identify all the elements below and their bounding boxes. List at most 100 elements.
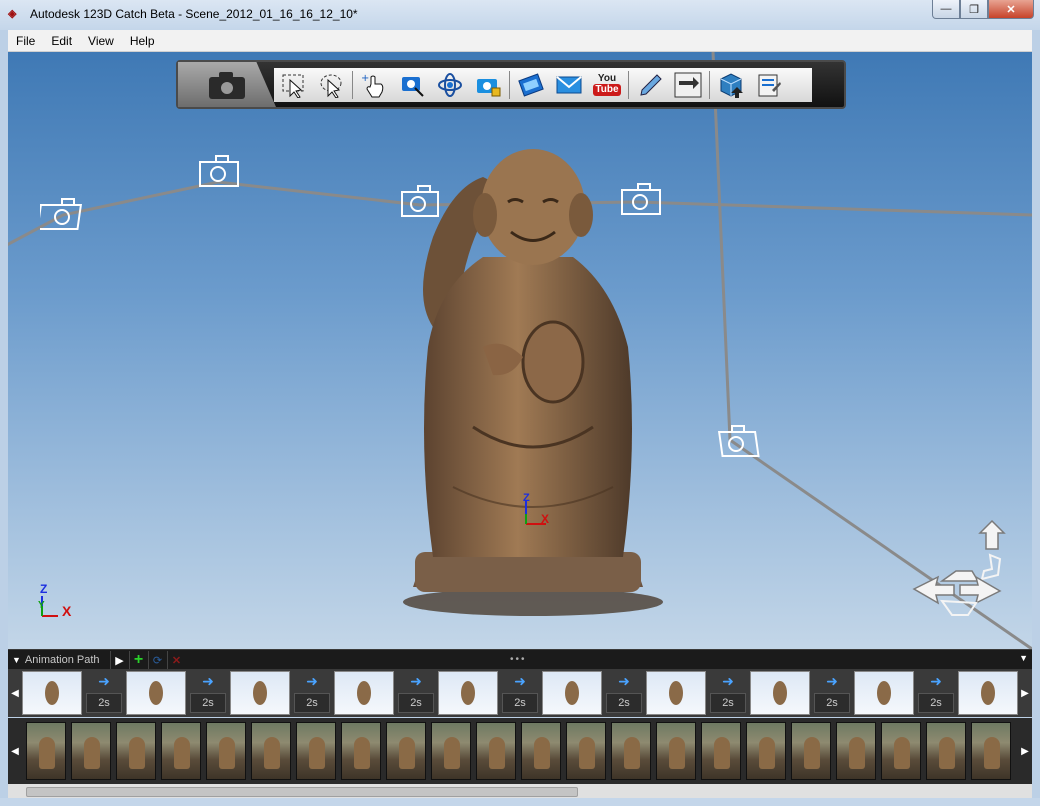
select-tool-button[interactable] bbox=[276, 69, 310, 101]
scroll-right-arrow-icon[interactable]: ▶ bbox=[1018, 669, 1032, 717]
keyframe-duration[interactable]: 2s bbox=[918, 693, 954, 713]
photo-thumbnail[interactable] bbox=[746, 722, 786, 780]
capture-button[interactable] bbox=[178, 62, 276, 107]
world-axis-y-label: Y bbox=[38, 600, 45, 611]
close-button[interactable]: ✕ bbox=[988, 0, 1034, 19]
properties-button[interactable] bbox=[752, 69, 786, 101]
photo-thumbnail[interactable] bbox=[566, 722, 606, 780]
keyframe-thumbnail[interactable] bbox=[438, 671, 498, 715]
pan-tool-button[interactable] bbox=[395, 69, 429, 101]
statue-model[interactable] bbox=[393, 147, 663, 627]
3d-viewport[interactable]: Z X Z Y X + You Tube bbox=[8, 52, 1032, 649]
orbit-icon bbox=[438, 73, 462, 97]
email-button[interactable] bbox=[552, 69, 586, 101]
camera-position-icon[interactable] bbox=[714, 424, 760, 460]
photo-thumbnail[interactable] bbox=[791, 722, 831, 780]
photo-thumbnail[interactable] bbox=[386, 722, 426, 780]
menu-file[interactable]: File bbox=[8, 34, 43, 48]
panel-menu-arrow-icon[interactable]: ▼ bbox=[1019, 653, 1028, 663]
photo-thumbnail[interactable] bbox=[836, 722, 876, 780]
delete-icon: ✕ bbox=[171, 654, 182, 667]
scroll-left-arrow-icon[interactable]: ◀ bbox=[8, 669, 22, 717]
toolbar-separator bbox=[509, 71, 510, 99]
photo-thumbnail[interactable] bbox=[296, 722, 336, 780]
photo-thumbnail[interactable] bbox=[656, 722, 696, 780]
keyframe-duration[interactable]: 2s bbox=[606, 693, 642, 713]
keyframe-duration[interactable]: 2s bbox=[86, 693, 122, 713]
create-video-button[interactable] bbox=[514, 69, 548, 101]
export-mesh-icon bbox=[720, 73, 743, 98]
photo-thumbnail[interactable] bbox=[206, 722, 246, 780]
add-keyframe-button[interactable]: + bbox=[128, 651, 148, 669]
keyframe-transition: ➜ 2s bbox=[706, 671, 750, 715]
keyframe-thumbnail[interactable] bbox=[230, 671, 290, 715]
photo-thumbnail[interactable] bbox=[251, 722, 291, 780]
reference-button[interactable] bbox=[671, 69, 705, 101]
camera-lock-button[interactable] bbox=[471, 69, 505, 101]
delete-keyframe-button[interactable]: ✕ bbox=[166, 651, 186, 669]
keyframe-duration[interactable]: 2s bbox=[190, 693, 226, 713]
photo-thumbnail[interactable] bbox=[476, 722, 516, 780]
add-point-button[interactable]: + bbox=[357, 69, 391, 101]
keyframe-thumbnail[interactable] bbox=[958, 671, 1018, 715]
lasso-select-button[interactable] bbox=[314, 69, 348, 101]
photo-thumbnail[interactable] bbox=[521, 722, 561, 780]
collapse-arrow-icon[interactable]: ▼ bbox=[12, 655, 21, 665]
keyframe-thumbnail[interactable] bbox=[854, 671, 914, 715]
keyframe-thumbnail[interactable] bbox=[126, 671, 186, 715]
photo-thumbnail[interactable] bbox=[341, 722, 381, 780]
keyframe-transition: ➜ 2s bbox=[914, 671, 958, 715]
keyframe-statue-thumb bbox=[253, 681, 267, 705]
keyframe-duration[interactable]: 2s bbox=[710, 693, 746, 713]
photo-thumbnail[interactable] bbox=[71, 722, 111, 780]
photo-thumbnail[interactable] bbox=[116, 722, 156, 780]
orbit-tool-button[interactable] bbox=[433, 69, 467, 101]
keyframe-thumbnail[interactable] bbox=[22, 671, 82, 715]
keyframe-row: ➜ 2s ➜ 2s ➜ 2s ➜ 2s ➜ 2s ➜ 2s ➜ 2s ➜ 2s ➜ 2s bbox=[22, 671, 1018, 715]
maximize-button[interactable]: ❐ bbox=[960, 0, 988, 19]
keyframe-transition: ➜ 2s bbox=[498, 671, 542, 715]
keyframe-statue-thumb bbox=[461, 681, 475, 705]
refresh-keyframe-button[interactable]: ⟳ bbox=[147, 651, 167, 669]
photo-thumbnail[interactable] bbox=[881, 722, 921, 780]
measure-button[interactable] bbox=[633, 69, 667, 101]
keyframe-thumbnail[interactable] bbox=[334, 671, 394, 715]
transition-arrow-icon: ➜ bbox=[514, 673, 526, 689]
menu-edit[interactable]: Edit bbox=[43, 34, 80, 48]
app-logo-icon: ◈ bbox=[8, 8, 17, 20]
keyframe-duration[interactable]: 2s bbox=[398, 693, 434, 713]
keyframe-statue-thumb bbox=[877, 681, 891, 705]
keyframe-strip: ◀ ➜ 2s ➜ 2s ➜ 2s ➜ 2s ➜ 2s ➜ 2s ➜ 2s ➜ 2s ➜ 2s ▶ bbox=[8, 669, 1032, 717]
menu-help[interactable]: Help bbox=[122, 34, 163, 48]
photo-thumbnail[interactable] bbox=[701, 722, 741, 780]
play-animation-button[interactable]: ▶ bbox=[109, 651, 129, 669]
photo-scrollbar[interactable] bbox=[8, 784, 1032, 798]
menu-view[interactable]: View bbox=[80, 34, 122, 48]
keyframe-thumbnail[interactable] bbox=[646, 671, 706, 715]
photo-thumbnail[interactable] bbox=[611, 722, 651, 780]
export-mesh-button[interactable] bbox=[714, 69, 748, 101]
minimize-button[interactable]: — bbox=[932, 0, 960, 19]
photo-strip: ◀ ▶ bbox=[8, 718, 1032, 784]
model-axis-z-label: Z bbox=[523, 492, 530, 504]
photo-thumbnail[interactable] bbox=[26, 722, 66, 780]
email-icon bbox=[556, 76, 582, 94]
photo-thumbnail[interactable] bbox=[431, 722, 471, 780]
camera-position-icon[interactable] bbox=[196, 154, 242, 190]
camera-icon bbox=[209, 71, 245, 99]
keyframe-duration[interactable]: 2s bbox=[814, 693, 850, 713]
scrollbar-thumb[interactable] bbox=[26, 787, 578, 797]
photos-scroll-left-icon[interactable]: ◀ bbox=[8, 718, 22, 784]
panel-resize-grip[interactable]: ••• bbox=[510, 654, 527, 665]
camera-position-icon[interactable] bbox=[40, 197, 86, 233]
keyframe-duration[interactable]: 2s bbox=[294, 693, 330, 713]
navigation-arrows[interactable] bbox=[912, 519, 1012, 619]
youtube-button[interactable]: You Tube bbox=[590, 69, 624, 101]
photo-thumbnail[interactable] bbox=[926, 722, 966, 780]
keyframe-duration[interactable]: 2s bbox=[502, 693, 538, 713]
keyframe-thumbnail[interactable] bbox=[542, 671, 602, 715]
photo-thumbnail[interactable] bbox=[161, 722, 201, 780]
keyframe-thumbnail[interactable] bbox=[750, 671, 810, 715]
photos-scroll-right-icon[interactable]: ▶ bbox=[1018, 718, 1032, 784]
photo-thumbnail[interactable] bbox=[971, 722, 1011, 780]
